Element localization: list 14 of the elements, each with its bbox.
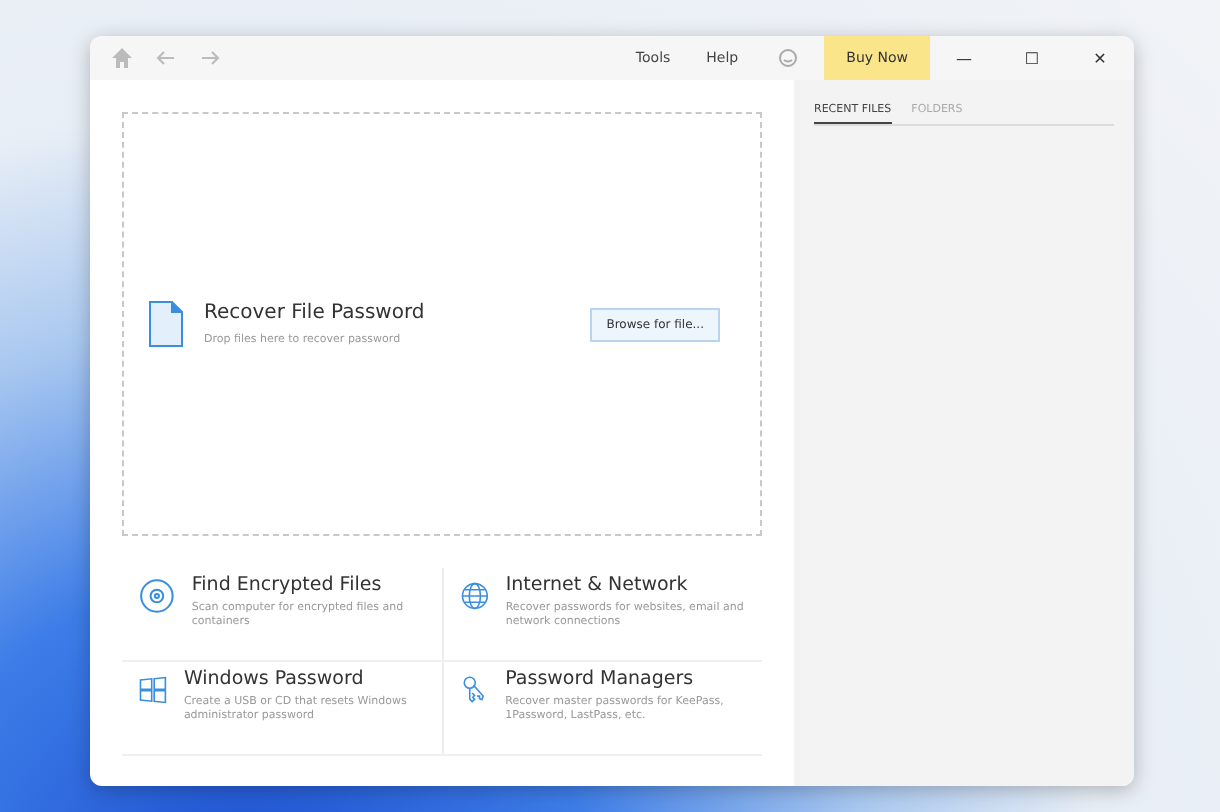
tool-title: Internet & Network [505, 574, 690, 596]
tool-title: Windows Password [183, 668, 366, 690]
window-control-button[interactable]: — [930, 36, 998, 80]
forward-arrow-icon[interactable] [198, 46, 222, 70]
tool-title: Find Encrypted Files [191, 574, 384, 596]
tool-title: Password Managers [505, 668, 696, 690]
file-icon [148, 300, 184, 348]
drop-zone-title: Recover File Password [204, 302, 425, 324]
back-arrow-icon[interactable] [154, 46, 178, 70]
disc-icon [138, 574, 176, 618]
window-control-button[interactable]: ✕ [1066, 36, 1134, 80]
home-icon[interactable] [110, 46, 134, 70]
window-control-button[interactable]: ☐ [998, 36, 1066, 80]
smiley-icon[interactable] [776, 46, 801, 70]
